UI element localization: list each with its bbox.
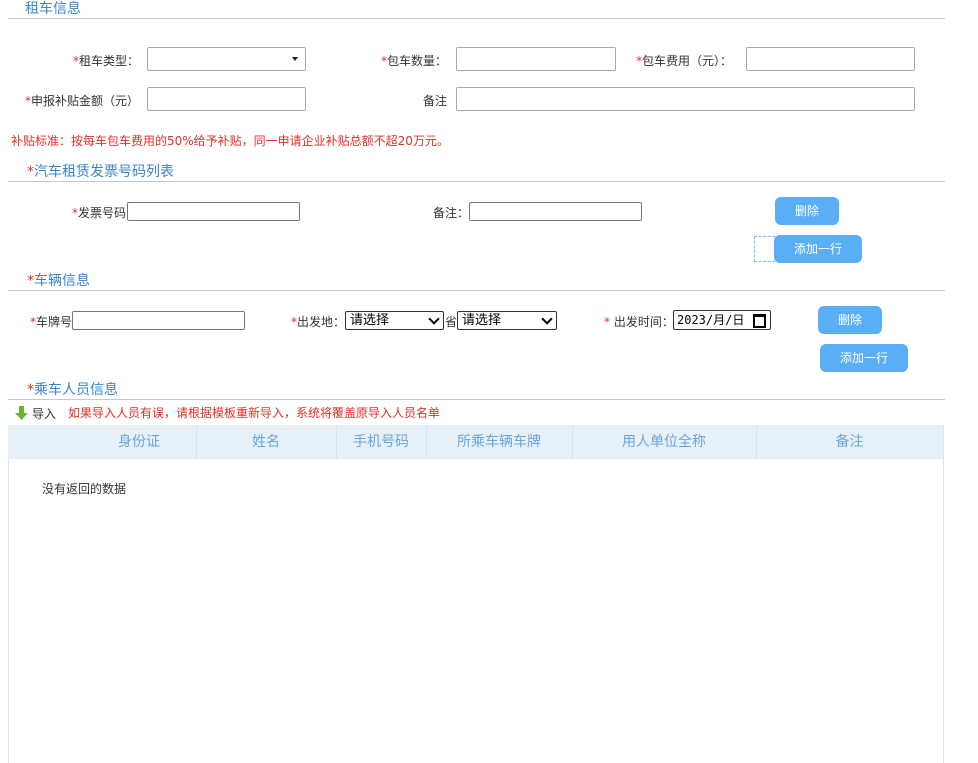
invoice-remark-input[interactable]	[469, 202, 642, 221]
province-select[interactable]: 请选择	[345, 311, 444, 330]
divider	[8, 290, 945, 291]
plate-input[interactable]	[72, 311, 245, 330]
calendar-icon[interactable]	[753, 314, 766, 328]
download-arrow-icon	[15, 406, 28, 420]
vehicle-delete-button[interactable]: 删除	[818, 306, 882, 334]
invoice-add-row-button[interactable]: 添加一行	[774, 235, 862, 263]
subsidy-amount-label: *申报补贴金额（元）	[25, 94, 140, 108]
charter-count-label: *包车数量：	[381, 54, 448, 68]
column-header[interactable]: 备注	[756, 425, 943, 459]
section-title-invoice: *汽车租赁发票号码列表	[27, 164, 174, 180]
invoice-remark-label: 备注：	[433, 206, 470, 220]
departure-label: *出发地：	[291, 315, 346, 329]
section-title-passengers: *乘车人员信息	[27, 382, 118, 398]
charter-fee-input[interactable]	[746, 47, 915, 71]
subsidy-amount-input[interactable]	[147, 87, 306, 111]
rental-type-select[interactable]	[147, 47, 306, 71]
section-title-rental: 租车信息	[25, 1, 81, 17]
plate-label: *车牌号	[30, 315, 73, 329]
invoice-number-label: *发票号码	[72, 206, 127, 220]
empty-table-message: 没有返回的数据	[42, 482, 127, 496]
invoice-number-input[interactable]	[127, 202, 300, 221]
column-header[interactable]: 手机号码	[336, 425, 426, 459]
invoice-delete-button[interactable]: 删除	[775, 197, 839, 225]
remark-label: 备注	[423, 94, 448, 108]
chevron-down-icon	[541, 313, 553, 325]
rental-type-label: *租车类型：	[73, 54, 140, 68]
remark-input[interactable]	[456, 87, 915, 111]
departure-time-label: * 出发时间：	[604, 315, 674, 329]
charter-fee-label: *包车费用（元）：	[636, 54, 733, 68]
divider	[8, 18, 945, 19]
table-header: 身份证 姓名 手机号码 所乘车辆车牌 用人单位全称 备注	[8, 425, 943, 459]
chevron-down-icon	[428, 313, 440, 325]
divider	[8, 181, 945, 182]
passenger-table	[8, 425, 944, 763]
column-header[interactable]: 姓名	[196, 425, 336, 459]
chevron-down-icon	[292, 57, 298, 61]
charter-count-input[interactable]	[456, 47, 616, 71]
column-header[interactable]: 用人单位全称	[572, 425, 756, 459]
subsidy-note: 补贴标准：按每车包车费用的50%给予补贴，同一申请企业补贴总额不超20万元。	[11, 134, 449, 148]
divider	[8, 399, 945, 400]
section-title-vehicle: *车辆信息	[27, 273, 90, 289]
province-suffix: 省	[445, 315, 458, 329]
import-label: 导入	[32, 407, 57, 421]
import-warning: 如果导入人员有误，请根据模板重新导入，系统将覆盖原导入人员名单	[68, 406, 441, 420]
city-select[interactable]: 请选择	[457, 311, 557, 330]
departure-date-input[interactable]: 2023/月/日	[673, 310, 771, 330]
vehicle-add-row-button[interactable]: 添加一行	[820, 344, 908, 372]
column-header[interactable]: 所乘车辆车牌	[426, 425, 572, 459]
